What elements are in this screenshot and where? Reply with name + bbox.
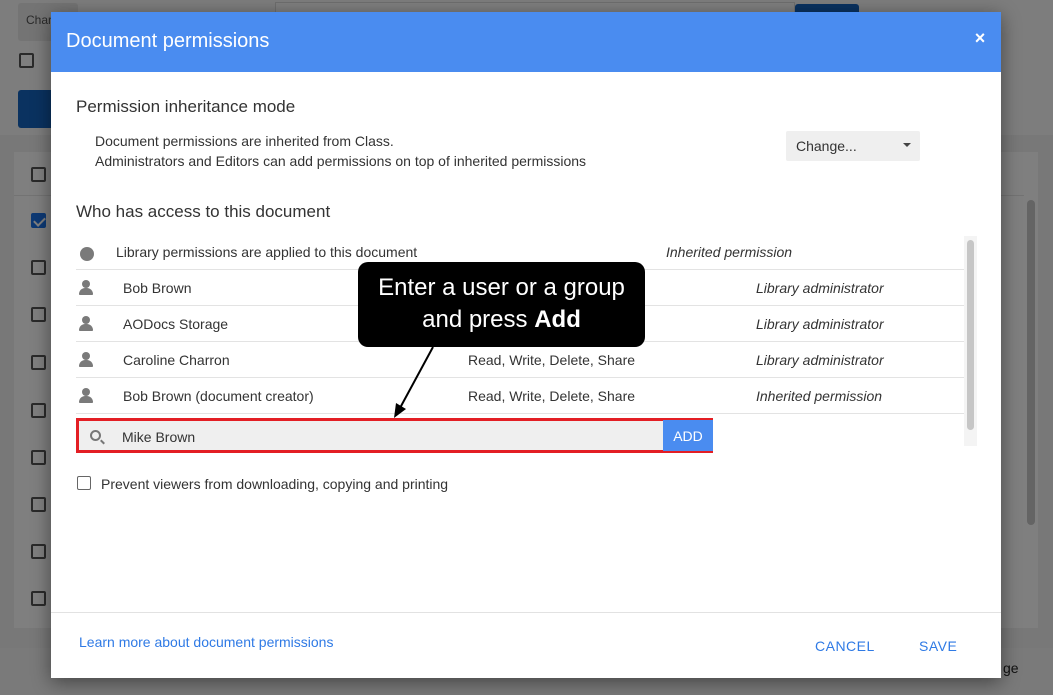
access-heading: Who has access to this document [76,202,331,221]
callout-line-2-bold: Add [534,306,581,333]
dialog-footer-divider [51,612,1001,613]
cancel-button[interactable]: CANCEL [815,638,875,654]
table-scrollbar-thumb[interactable] [967,240,974,430]
permission-name: Library permissions are applied to this … [116,244,418,260]
inheritance-line-1: Document permissions are inherited from … [95,133,394,149]
close-icon[interactable]: × [971,28,989,50]
chevron-down-icon [903,143,911,147]
callout-line-1: Enter a user or a group [378,274,625,301]
permission-role: Inherited permission [666,244,793,260]
table-row: Bob Brown (document creator) Read, Write… [76,378,964,414]
dialog-header: Document permissions × [51,12,1001,72]
callout-line-2: and press Add [358,304,645,336]
person-icon [78,316,93,332]
permission-role: Library administrator [756,280,884,296]
permission-role: Library administrator [756,352,884,368]
user-search-input[interactable] [122,426,662,448]
save-button[interactable]: SAVE [919,638,957,654]
prevent-download-checkbox[interactable] [77,476,91,490]
table-row: Caroline Charron Read, Write, Delete, Sh… [76,342,964,378]
dialog-title: Document permissions [66,30,270,52]
tutorial-callout: Enter a user or a group and press Add [358,262,645,347]
permission-name: Bob Brown (document creator) [123,388,314,404]
add-user-search-box: ADD [76,418,713,453]
callout-line-2-prefix: and press [422,306,535,333]
inheritance-line-2: Administrators and Editors can add permi… [95,153,587,169]
permission-name: Caroline Charron [123,352,230,368]
person-icon [78,388,93,404]
permission-name: Bob Brown [123,280,192,296]
learn-more-link[interactable]: Learn more about document permissions [79,634,333,650]
person-icon [78,352,93,368]
prevent-download-label[interactable]: Prevent viewers from downloading, copyin… [101,476,448,492]
permission-rights: Read, Write, Delete, Share [468,388,636,404]
permission-name: AODocs Storage [123,316,229,332]
person-icon [78,280,93,296]
search-icon [90,430,101,441]
permission-rights: Read, Write, Delete, Share [468,352,636,368]
globe-icon [78,244,94,261]
inheritance-heading: Permission inheritance mode [76,97,296,116]
permission-role: Library administrator [756,316,884,332]
add-button[interactable]: ADD [663,420,713,451]
change-inheritance-dropdown[interactable]: Change... [786,131,920,161]
permission-role: Inherited permission [756,388,883,404]
change-dropdown-label: Change... [796,138,857,154]
